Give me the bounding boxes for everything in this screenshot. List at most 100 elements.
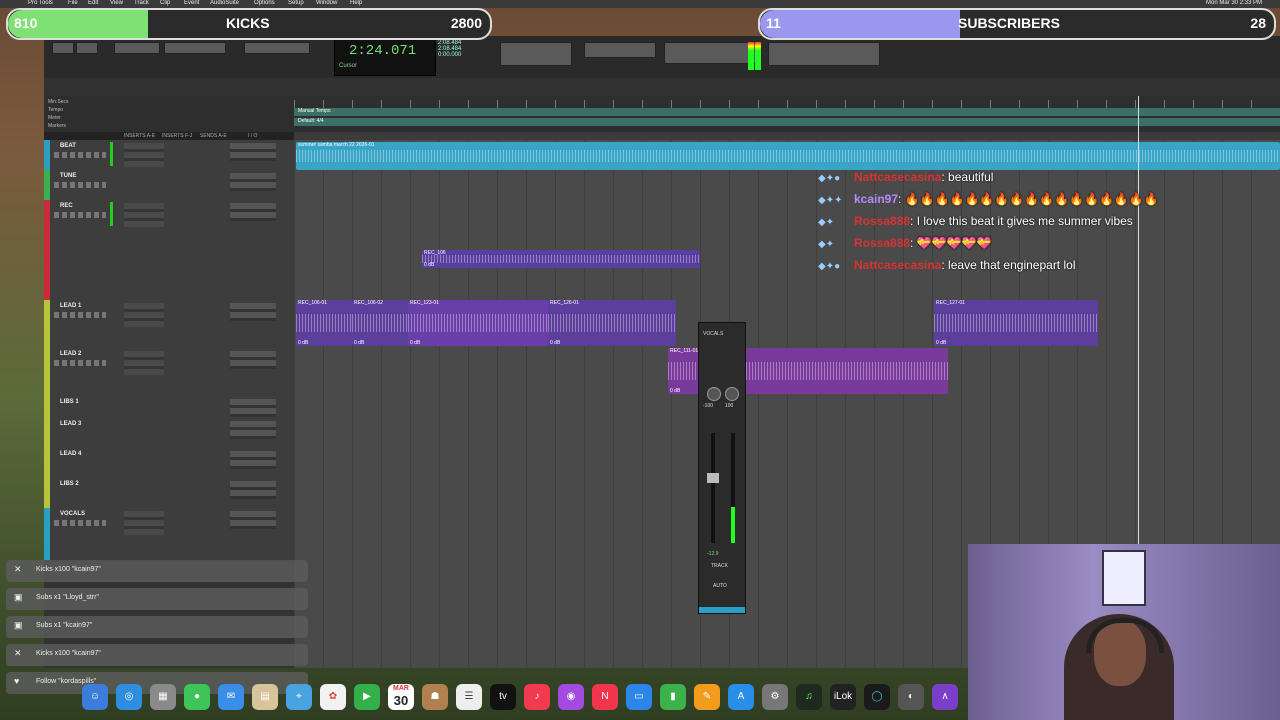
track-io[interactable] xyxy=(230,451,276,469)
grid-tools[interactable] xyxy=(244,42,310,54)
track-lead-2[interactable]: LEAD 2 xyxy=(44,348,294,397)
finder-icon[interactable]: ☺ xyxy=(82,684,108,710)
track-buttons[interactable] xyxy=(54,520,106,526)
system-settings-icon[interactable]: ⚙ xyxy=(762,684,788,710)
main-counter[interactable]: 2:24.071 Cursor xyxy=(334,38,436,76)
track-name[interactable]: VOCALS xyxy=(60,511,85,517)
contacts-icon[interactable]: ☗ xyxy=(422,684,448,710)
photos-icon[interactable]: ✿ xyxy=(320,684,346,710)
messages-icon[interactable]: ● xyxy=(184,684,210,710)
track-inserts[interactable] xyxy=(124,203,164,227)
track-lead-4[interactable]: LEAD 4 xyxy=(44,448,294,479)
track-io[interactable] xyxy=(230,421,276,439)
menu-clip[interactable]: Clip xyxy=(160,0,170,6)
mail-icon[interactable]: ✉ xyxy=(218,684,244,710)
edit-tools[interactable] xyxy=(164,42,226,54)
track-inserts[interactable] xyxy=(124,511,164,535)
track-buttons[interactable] xyxy=(54,312,106,318)
meter-ruler[interactable]: Default: 4/4 xyxy=(294,118,1280,126)
menu-window[interactable]: Window xyxy=(316,0,337,6)
app-store-icon[interactable]: A xyxy=(728,684,754,710)
pro-tools-icon[interactable]: ◯ xyxy=(864,684,890,710)
track-libs-2[interactable]: LIBS 2 xyxy=(44,478,294,509)
track-inserts[interactable] xyxy=(124,303,164,327)
spot-mode-button[interactable] xyxy=(76,42,98,54)
track-name[interactable]: REC xyxy=(60,203,73,209)
ilok-icon[interactable]: iLok xyxy=(830,684,856,710)
track-io[interactable] xyxy=(230,143,276,161)
numbers-icon[interactable]: ▮ xyxy=(660,684,686,710)
clip-lead1-b[interactable]: REC_106-02 0 dB xyxy=(352,300,408,346)
pan-left-knob[interactable] xyxy=(707,387,721,401)
track-buttons[interactable] xyxy=(54,152,106,158)
track-lead-3[interactable]: LEAD 3 xyxy=(44,418,294,449)
track-name[interactable]: TUNE xyxy=(60,173,76,179)
track-name[interactable]: LEAD 2 xyxy=(60,351,81,357)
menu-file[interactable]: File xyxy=(68,0,78,6)
clip-beat[interactable]: summer samba march 22 2026-01 xyxy=(296,142,1280,170)
avid-icon[interactable]: ∧ xyxy=(932,684,958,710)
notes-icon[interactable]: ▤ xyxy=(252,684,278,710)
track-io[interactable] xyxy=(230,351,276,369)
menu-track[interactable]: Track xyxy=(134,0,149,6)
track-io[interactable] xyxy=(230,203,276,221)
track-name[interactable]: LIBS 2 xyxy=(60,481,79,487)
track-io[interactable] xyxy=(230,173,276,191)
zoom-controls[interactable] xyxy=(114,42,160,54)
track-vocals[interactable]: VOCALS xyxy=(44,508,294,561)
menu-app[interactable]: Pro Tools xyxy=(28,0,53,6)
reminders-icon[interactable]: ☰ xyxy=(456,684,482,710)
clip-lead1-c[interactable]: REC_123-01 0 dB xyxy=(408,300,548,346)
track-name[interactable]: LEAD 3 xyxy=(60,421,81,427)
shuffle-mode-button[interactable] xyxy=(52,42,74,54)
track-io[interactable] xyxy=(230,303,276,321)
tempo-meter-display[interactable] xyxy=(664,42,756,64)
music-icon[interactable]: ♪ xyxy=(524,684,550,710)
pages-icon[interactable]: ✎ xyxy=(694,684,720,710)
track-output-window[interactable]: VOCALS -100 100 -12.9 TRACK AUTO xyxy=(698,322,746,614)
tempo-ruler[interactable]: Manual Tempo xyxy=(294,108,1280,116)
track-buttons[interactable] xyxy=(54,182,106,188)
launchpad-icon[interactable]: ▦ xyxy=(150,684,176,710)
track-inserts[interactable] xyxy=(124,143,164,167)
track-io[interactable] xyxy=(230,511,276,529)
keynote-icon[interactable]: ▭ xyxy=(626,684,652,710)
apple-tv-icon[interactable]: tv xyxy=(490,684,516,710)
menu-options[interactable]: Options xyxy=(254,0,275,6)
track-buttons[interactable] xyxy=(54,212,106,218)
track-tune[interactable]: TUNE xyxy=(44,170,294,201)
facetime-icon[interactable]: ▶ xyxy=(354,684,380,710)
menu-view[interactable]: View xyxy=(110,0,123,6)
track-name[interactable]: LEAD 4 xyxy=(60,451,81,457)
nudge-grid-controls[interactable] xyxy=(500,42,572,66)
news-icon[interactable]: N xyxy=(592,684,618,710)
track-name[interactable]: BEAT xyxy=(60,143,76,149)
menu-audiosuite[interactable]: AudioSuite xyxy=(210,0,239,6)
pan-right-knob[interactable] xyxy=(725,387,739,401)
clip-lead1-e[interactable]: REC_127-01 0 dB xyxy=(934,300,1098,346)
track-io[interactable] xyxy=(230,399,276,417)
track-io[interactable] xyxy=(230,481,276,499)
grid-nudge-settings[interactable] xyxy=(768,42,880,66)
track-name[interactable]: LEAD 1 xyxy=(60,303,81,309)
clip-lead1-a[interactable]: REC_106-01 0 dB xyxy=(296,300,352,346)
track-buttons[interactable] xyxy=(54,360,106,366)
fader-cap[interactable] xyxy=(707,473,719,483)
menu-edit[interactable]: Edit xyxy=(88,0,98,6)
track-name[interactable]: LIBS 1 xyxy=(60,399,79,405)
menu-setup[interactable]: Setup xyxy=(288,0,304,6)
calendar-icon[interactable]: MAR 30 xyxy=(388,684,414,710)
clip-rec[interactable]: REC_106 0 dB xyxy=(422,250,700,268)
maps-icon[interactable]: ⌖ xyxy=(286,684,312,710)
obs-icon[interactable]: ◐ xyxy=(898,684,924,710)
logic-icon[interactable]: ♫ xyxy=(796,684,822,710)
safari-icon[interactable]: ◎ xyxy=(116,684,142,710)
track-rec[interactable]: REC xyxy=(44,200,294,301)
track-lead-1[interactable]: LEAD 1 xyxy=(44,300,294,349)
track-libs-1[interactable]: LIBS 1 xyxy=(44,396,294,419)
ruler-ticks[interactable] xyxy=(294,100,1280,108)
menu-event[interactable]: Event xyxy=(184,0,199,6)
track-beat[interactable]: BEAT xyxy=(44,140,294,171)
podcasts-icon[interactable]: ◉ xyxy=(558,684,584,710)
volume-fader[interactable] xyxy=(707,433,719,543)
